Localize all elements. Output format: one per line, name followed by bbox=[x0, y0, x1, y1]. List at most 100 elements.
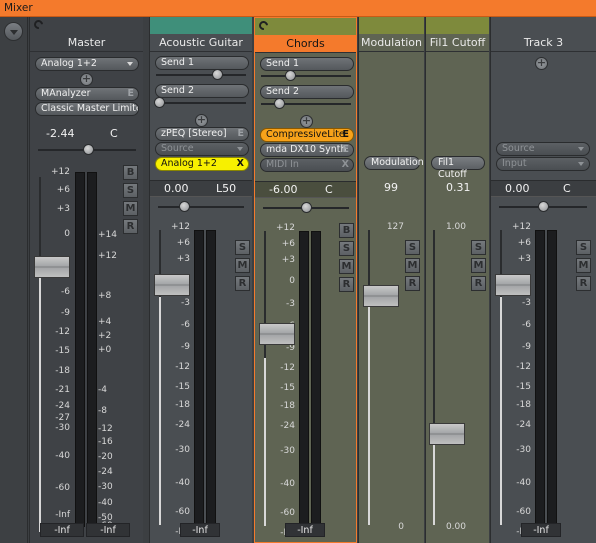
remove-icon[interactable]: X bbox=[342, 159, 349, 171]
scale-label: -30 bbox=[98, 482, 113, 492]
scale-label: +12 bbox=[98, 251, 117, 261]
record-button[interactable]: R bbox=[405, 276, 420, 291]
source-select[interactable]: Source bbox=[496, 142, 590, 156]
instrument-slot[interactable]: mda DX10 Synth E bbox=[260, 143, 354, 157]
send-1[interactable]: Send 1 bbox=[260, 57, 354, 71]
volume-value[interactable]: 0.00 bbox=[505, 181, 530, 197]
parameter-select[interactable]: Modulation bbox=[364, 156, 424, 170]
record-button[interactable]: R bbox=[471, 276, 486, 291]
parameter-label: Fil1 Cutoff bbox=[438, 157, 467, 180]
power-icon[interactable] bbox=[257, 19, 270, 32]
record-button[interactable]: R bbox=[339, 277, 354, 292]
automation-fader[interactable] bbox=[429, 423, 465, 445]
send-thumb[interactable] bbox=[212, 69, 223, 80]
add-insert-icon[interactable]: + bbox=[80, 73, 93, 86]
pan-slider[interactable] bbox=[158, 201, 244, 212]
send-2[interactable]: Send 2 bbox=[260, 85, 354, 99]
solo-button[interactable]: S bbox=[123, 183, 138, 198]
volume-fader[interactable] bbox=[259, 323, 295, 345]
send-thumb[interactable] bbox=[154, 97, 165, 108]
source-select[interactable]: Source bbox=[155, 142, 249, 156]
scale-label: -16 bbox=[98, 437, 113, 447]
pan-thumb[interactable] bbox=[538, 201, 549, 212]
bypass-button[interactable]: B bbox=[123, 165, 138, 180]
input-slot[interactable]: Analog 1+2 X bbox=[155, 157, 249, 171]
record-button[interactable]: R bbox=[235, 276, 250, 291]
pan-slider[interactable] bbox=[263, 202, 349, 213]
insert-slot[interactable]: MAnalyzer E bbox=[35, 87, 139, 101]
pan-thumb[interactable] bbox=[83, 144, 94, 155]
mute-button[interactable]: M bbox=[123, 201, 138, 216]
record-button[interactable]: R bbox=[123, 219, 138, 234]
send-thumb[interactable] bbox=[274, 98, 285, 109]
solo-button[interactable]: S bbox=[471, 240, 486, 255]
pan-value[interactable]: C bbox=[563, 181, 571, 197]
edit-icon[interactable]: E bbox=[238, 128, 245, 140]
parameter-value[interactable]: 0.31 bbox=[446, 180, 471, 196]
edit-icon[interactable]: E bbox=[343, 129, 350, 141]
solo-button[interactable]: S bbox=[339, 241, 354, 256]
pan-thumb[interactable] bbox=[179, 201, 190, 212]
automation-fader[interactable] bbox=[363, 285, 399, 307]
channel-name[interactable]: Fil1 Cutoff bbox=[426, 34, 489, 52]
edit-icon[interactable]: E bbox=[343, 144, 350, 156]
volume-fader[interactable] bbox=[34, 256, 70, 278]
pan-value[interactable]: C bbox=[110, 126, 118, 142]
channel-name[interactable]: Acoustic Guitar bbox=[150, 34, 252, 52]
pan-slider[interactable] bbox=[499, 201, 587, 212]
send-1-level[interactable] bbox=[156, 69, 246, 80]
mute-button[interactable]: M bbox=[471, 258, 486, 273]
channel-name[interactable]: Chords bbox=[255, 35, 356, 53]
channel-name[interactable]: Modulation bbox=[359, 34, 424, 52]
send-2[interactable]: Send 2 bbox=[155, 84, 249, 98]
parameter-value[interactable]: 99 bbox=[384, 180, 398, 196]
scale-label: -3 bbox=[522, 298, 531, 308]
insert-slot[interactable]: Classic Master Limiter bbox=[35, 102, 139, 116]
collapse-icon[interactable] bbox=[4, 22, 23, 41]
add-insert-icon[interactable]: + bbox=[300, 115, 313, 128]
volume-value[interactable]: 0.00 bbox=[164, 181, 189, 197]
fader-fill bbox=[500, 297, 502, 525]
insert-slot[interactable]: CompressiveLite E bbox=[260, 128, 354, 142]
volume-value[interactable]: -2.44 bbox=[46, 126, 74, 142]
mute-button[interactable]: M bbox=[235, 258, 250, 273]
parameter-select[interactable]: Fil1 Cutoff bbox=[431, 156, 485, 180]
send-2-level[interactable] bbox=[261, 98, 351, 109]
volume-value[interactable]: -6.00 bbox=[269, 182, 297, 198]
solo-button[interactable]: S bbox=[235, 240, 250, 255]
add-insert-icon[interactable]: + bbox=[195, 114, 208, 127]
scale-label: -12 bbox=[55, 327, 70, 337]
scale-label: +12 bbox=[171, 222, 190, 232]
pan-value[interactable]: C bbox=[325, 182, 333, 198]
channel-name[interactable]: Track 3 bbox=[491, 34, 596, 52]
mute-button[interactable]: M bbox=[339, 259, 354, 274]
input-select[interactable]: Input bbox=[496, 157, 590, 171]
pan-thumb[interactable] bbox=[301, 202, 312, 213]
send-1[interactable]: Send 1 bbox=[155, 56, 249, 70]
solo-button[interactable]: S bbox=[405, 240, 420, 255]
scale-label: -6 bbox=[522, 320, 531, 330]
send-1-level[interactable] bbox=[261, 70, 351, 81]
edit-icon[interactable]: E bbox=[128, 88, 135, 100]
volume-fader[interactable] bbox=[495, 274, 531, 296]
mute-button[interactable]: M bbox=[576, 258, 591, 273]
remove-icon[interactable]: X bbox=[237, 158, 244, 170]
send-2-level[interactable] bbox=[154, 97, 246, 108]
bypass-button[interactable]: B bbox=[339, 223, 354, 238]
channel-modulation: Modulation Modulation 99 127 0 S M R bbox=[358, 17, 424, 543]
record-button[interactable]: R bbox=[576, 276, 591, 291]
volume-fader[interactable] bbox=[154, 274, 190, 296]
pan-value[interactable]: L50 bbox=[216, 181, 236, 197]
pan-slider[interactable] bbox=[38, 144, 136, 155]
add-insert-icon[interactable]: + bbox=[535, 57, 548, 70]
mute-button[interactable]: M bbox=[405, 258, 420, 273]
scale-label: -40 bbox=[175, 478, 190, 488]
solo-button[interactable]: S bbox=[576, 240, 591, 255]
chevron-down-icon bbox=[237, 147, 243, 151]
power-icon[interactable] bbox=[32, 18, 45, 31]
send-thumb[interactable] bbox=[285, 70, 296, 81]
midi-input-slot[interactable]: MIDI In X bbox=[260, 158, 354, 172]
channel-name[interactable]: Master bbox=[30, 34, 143, 52]
output-select[interactable]: Analog 1+2 bbox=[35, 57, 139, 71]
insert-slot[interactable]: zPEQ [Stereo] E bbox=[155, 127, 249, 141]
